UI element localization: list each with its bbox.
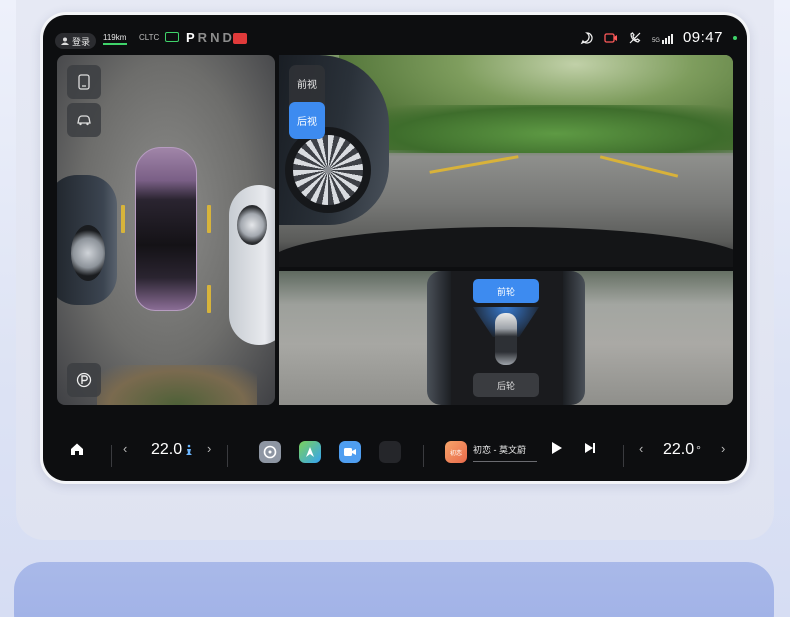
dashcam-icon[interactable]	[604, 31, 618, 45]
birds-eye-view	[57, 55, 275, 405]
chevron-right-icon: ›	[721, 441, 726, 456]
now-playing[interactable]: 初恋 初恋 - 莫文蔚	[445, 441, 537, 463]
ego-side-left	[427, 271, 451, 405]
album-art-text: 初恋	[449, 450, 462, 457]
rear-bumper	[279, 227, 733, 267]
parking-line	[207, 285, 211, 313]
rear-view-button[interactable]: 后视	[289, 102, 325, 139]
skip-next-icon	[585, 443, 595, 453]
left-temp-down[interactable]: ‹	[123, 441, 127, 456]
clock: 09:47	[682, 29, 723, 46]
range-bar	[103, 43, 127, 45]
wheel-left	[71, 225, 105, 281]
album-art: 初恋	[445, 441, 467, 463]
range-readout: 119km	[103, 33, 127, 42]
divider	[423, 445, 424, 467]
ego-side-right	[563, 271, 585, 405]
maps-app[interactable]	[299, 441, 321, 463]
right-side-camera	[563, 271, 733, 405]
home-button[interactable]	[69, 441, 85, 457]
left-temp-up[interactable]: ›	[207, 441, 211, 456]
phone-frame-icon	[78, 74, 90, 90]
range-mode: CLTC	[139, 33, 160, 42]
video-call-app[interactable]	[339, 441, 361, 463]
adjacent-car-wheel	[285, 127, 371, 213]
no-phone-icon[interactable]	[628, 31, 642, 45]
seat-icon	[186, 444, 193, 455]
right-temp-down[interactable]: ‹	[639, 441, 643, 456]
privacy-dot	[733, 35, 737, 40]
battery-icon	[165, 32, 179, 42]
front-wheel-button[interactable]: 前轮	[473, 279, 539, 303]
camera-alert-icon	[233, 33, 247, 44]
parking-icon	[76, 372, 92, 388]
gear-n: N	[210, 30, 223, 45]
center-display: 登录 119km CLTC PRND 5G 09:47 前视 后视 前轮 后轮 …	[43, 15, 747, 481]
login-button[interactable]: 登录	[55, 33, 97, 49]
parking-line	[429, 155, 519, 174]
hedge	[379, 105, 733, 153]
play-button[interactable]	[549, 441, 563, 455]
display-frame: 登录 119km CLTC PRND 5G 09:47 前视 后视 前轮 后轮 …	[40, 12, 750, 484]
left-temp: 22.0	[151, 441, 193, 459]
auto-park-button[interactable]	[67, 363, 101, 397]
app-grid[interactable]	[379, 441, 401, 463]
song-title: 初恋 - 莫文蔚	[473, 444, 526, 455]
steering-app[interactable]	[259, 441, 281, 463]
rear-wheel-button[interactable]: 后轮	[473, 373, 539, 397]
next-card	[14, 562, 774, 617]
right-temp: 22.0 °	[663, 441, 701, 459]
divider	[623, 445, 624, 467]
next-track-button[interactable]	[583, 441, 597, 455]
chevron-left-icon: ‹	[123, 441, 128, 456]
parking-line	[207, 205, 211, 233]
signal-icon: 5G	[652, 32, 673, 44]
front-view-button[interactable]: 前视	[289, 65, 325, 102]
progress-line	[473, 460, 537, 462]
chevron-left-icon: ‹	[639, 441, 644, 456]
steering-app-icon	[259, 441, 281, 463]
hedge	[97, 365, 257, 405]
left-side-camera	[279, 271, 451, 405]
app-grid-icon	[379, 441, 401, 463]
message-icon[interactable]	[580, 31, 594, 45]
gear-indicator: PRND	[186, 30, 235, 45]
home-icon	[71, 443, 83, 455]
ego-vehicle	[135, 147, 197, 311]
play-icon	[552, 442, 562, 454]
parking-line	[599, 155, 679, 178]
parking-line	[121, 205, 125, 233]
chevron-right-icon: ›	[207, 441, 212, 456]
wheel-right	[237, 205, 267, 245]
divider	[227, 445, 228, 467]
gear-p: P	[186, 30, 198, 45]
right-temp-unit: °	[696, 443, 701, 457]
right-temp-up[interactable]: ›	[721, 441, 725, 456]
gear-r: R	[197, 30, 211, 45]
dock-bar: ‹ 22.0 › 初恋 初恋 - 莫文蔚 ‹ 22.0 ° ›	[43, 425, 747, 481]
divider	[111, 445, 112, 467]
rear-camera-view	[279, 55, 733, 267]
signal-label: 5G	[651, 37, 660, 44]
car-3d-button[interactable]	[67, 103, 101, 137]
wheel-view-panel: 前轮 后轮	[451, 271, 563, 405]
video-call-app-icon	[339, 441, 361, 463]
right-temp-value: 22.0	[663, 441, 695, 458]
status-right: 5G 09:47	[580, 29, 737, 46]
display-mode-button[interactable]	[67, 65, 101, 99]
song-info: 初恋 - 莫文蔚	[473, 443, 537, 462]
mini-car-icon	[495, 313, 517, 365]
left-temp-value: 22.0	[151, 441, 183, 458]
car-3d-icon	[77, 115, 91, 126]
maps-app-icon	[299, 441, 321, 463]
login-label: 登录	[72, 36, 91, 47]
camera-view-toggle: 前视 后视	[289, 65, 325, 139]
status-bar: 登录 119km CLTC PRND 5G 09:47	[43, 15, 747, 49]
user-icon	[61, 37, 69, 45]
